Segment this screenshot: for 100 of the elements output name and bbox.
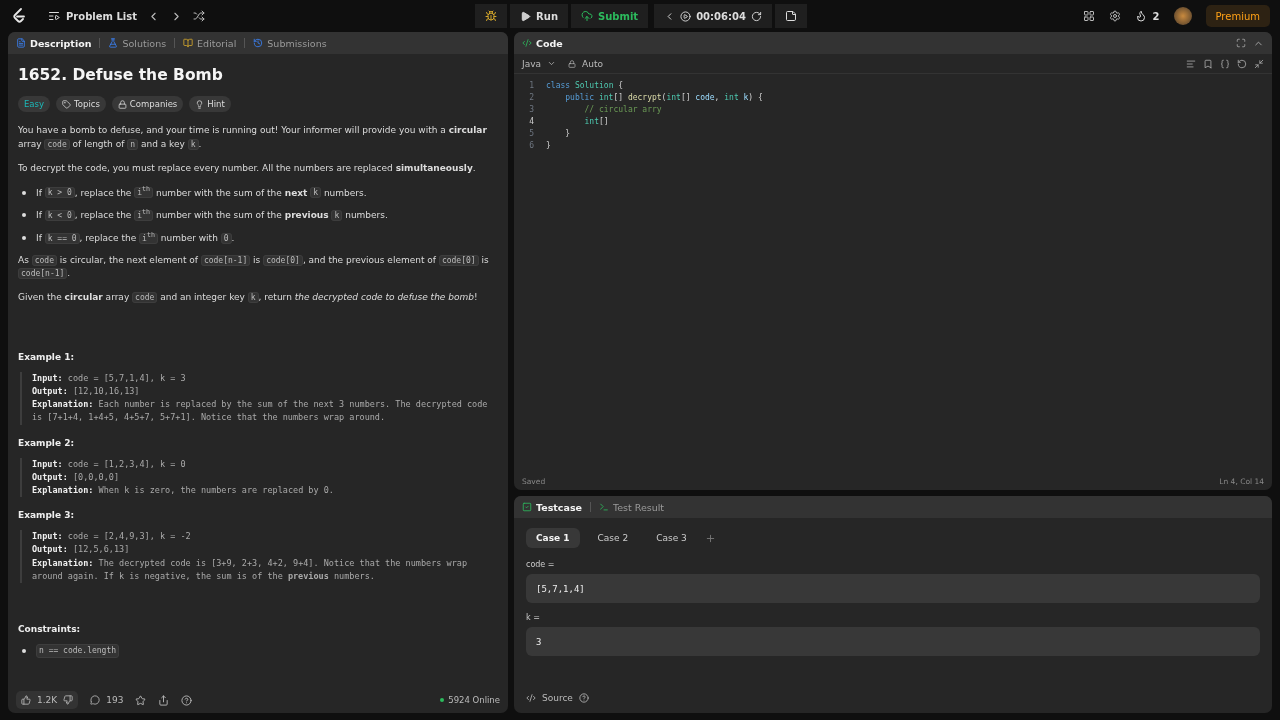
example-line: Output: [12,10,16,13] [32,385,141,399]
layout-icon[interactable] [1082,10,1095,22]
bullet-icon [22,648,26,653]
format-icon[interactable] [1186,58,1196,69]
like-group[interactable]: 1.2K [16,691,79,709]
code-line: public int[] decrypt(int[] code, int k) { [564,92,763,104]
example-title: Example 3: [18,509,76,523]
thumbs-up-icon [21,695,31,705]
lock-icon [117,99,127,109]
line-number: 3 [528,104,535,116]
note-icon [784,10,797,22]
flame-icon [1134,10,1147,22]
case-tab[interactable]: Case 1 [526,528,580,548]
shuffle-icon[interactable] [192,10,205,22]
minimize-icon[interactable] [1254,58,1264,69]
caret-icon [547,59,556,68]
maximize-icon[interactable] [1236,37,1246,48]
panel-tab[interactable]: Editorial [183,37,237,49]
example-line: Output: [12,5,6,13] [32,543,131,557]
tab-icon [253,38,264,48]
companies-tag[interactable]: Companies [111,96,184,113]
example-title: Example 2: [18,436,76,450]
star-icon[interactable] [135,694,147,706]
tag-icon [62,99,72,109]
code-line: int[] [583,116,609,128]
logo-icon[interactable] [12,8,26,24]
streak-counter[interactable]: 2 [1134,10,1160,22]
input-field[interactable]: 3 [526,627,1260,656]
topics-tag[interactable]: Topics [56,96,106,113]
avatar[interactable] [1173,7,1192,25]
description-bullet: If k > 0 , replace the i$^{th}$ number with the sum of the next k numbers. [36,185,367,200]
input-field[interactable]: [5,7,1,4] [526,574,1260,603]
line-number: 5 [528,128,535,140]
problem-title: 1652. Defuse the Bomb [18,65,224,86]
run-button[interactable]: Run [510,4,569,28]
play-icon [520,10,532,22]
hint-tag[interactable]: Hint [189,96,231,113]
premium-button[interactable]: Premium [1205,5,1270,27]
case-tab[interactable]: Case 2 [587,528,639,548]
online-count: 5924 Online [448,695,500,705]
reset-icon[interactable] [1237,58,1247,69]
line-number: 2 [528,92,535,104]
note-button[interactable] [774,4,807,28]
problem-list-button[interactable]: Problem List [48,10,137,22]
description-paragraph: Given the circular array code and an integer key k , return the decrypted code to defuse the bomb! [18,290,479,304]
lightbulb-icon [195,99,205,109]
language-select[interactable]: Java [522,58,556,69]
code-tab[interactable]: Code [522,37,563,49]
line-number: 6 [528,140,535,152]
bug-icon [485,10,498,22]
cloud-upload-icon [581,10,594,22]
example-line: Input: code = [5,7,1,4], k = 3 [32,371,187,385]
tab-icon [16,38,26,48]
share-icon[interactable] [158,694,170,706]
code-editor[interactable]: 1 class Solution { 2 public int[] decrypt(int[] code, int k) { 3 // circular arry 4 int[] 5 } 6 } [514,74,1272,472]
play-circle-icon [680,10,692,22]
panel-tab[interactable]: Solutions [108,37,167,49]
auto-toggle[interactable]: Auto [568,58,603,69]
panel-tab[interactable]: Description [16,37,92,49]
example-line: Explanation: When k is zero, the numbers are replaced by 0. [32,484,335,497]
bookmark-icon[interactable] [1203,58,1213,69]
add-icon[interactable] [704,532,716,544]
terminal-icon [599,502,609,512]
case-tab[interactable]: Case 3 [646,528,697,548]
example-line: Explanation: Each number is replaced by the sum of the next 3 numbers. The decrypted code is [7+1+4, 1+4+5, 4+5+7, 5+7+1]. Notice that the numbers wrap around. [32,398,489,425]
panel-tab[interactable]: Submissions [253,37,327,49]
online-dot [440,698,445,702]
help-icon[interactable] [181,694,193,706]
code-icon [522,38,532,48]
code-line: } [545,140,551,152]
source-button[interactable]: Source [526,693,573,703]
braces-icon[interactable] [1220,58,1230,69]
difficulty-tag[interactable]: Easy [18,96,51,113]
code-line: // circular arry [583,104,662,116]
help-icon[interactable] [578,693,589,703]
panel-tab[interactable]: Test Result [599,501,665,513]
input-label: k = [526,613,541,622]
submit-button[interactable]: Submit [571,4,649,28]
tab-icon [108,38,119,48]
comments-button[interactable]: 193 [90,695,124,705]
example-line: Input: code = [2,4,9,3], k = -2 [32,530,192,544]
code-icon [526,693,536,703]
debug-button[interactable] [475,4,508,28]
line-number: 1 [528,80,535,92]
example-line: Explanation: The decrypted code is [3+9, 2+3, 4+2, 9+4]. Notice that the numbers wrap around again. If k is negative, the sum is of the previous numbers. [32,556,468,583]
bullet-icon [22,213,26,218]
code-line: } [564,128,571,140]
comment-icon [90,695,101,705]
panel-tab[interactable]: Testcase [522,501,582,513]
description-paragraph: As code is circular, the next element of code[n-1] is code[0] , and the previous element of code[0] is code[n-1] . [18,253,490,280]
settings-icon[interactable] [1108,10,1121,22]
list-icon [48,10,60,22]
example-line: Output: [0,0,0,0] [32,470,120,484]
reset-icon [750,10,762,22]
check-icon [522,502,532,512]
thumbs-down-icon [63,695,74,705]
example-title: Example 1: [18,350,76,364]
timer-button[interactable]: 00:06:04 [654,4,772,28]
input-label: code = [526,560,556,569]
bullet-icon [22,190,26,195]
